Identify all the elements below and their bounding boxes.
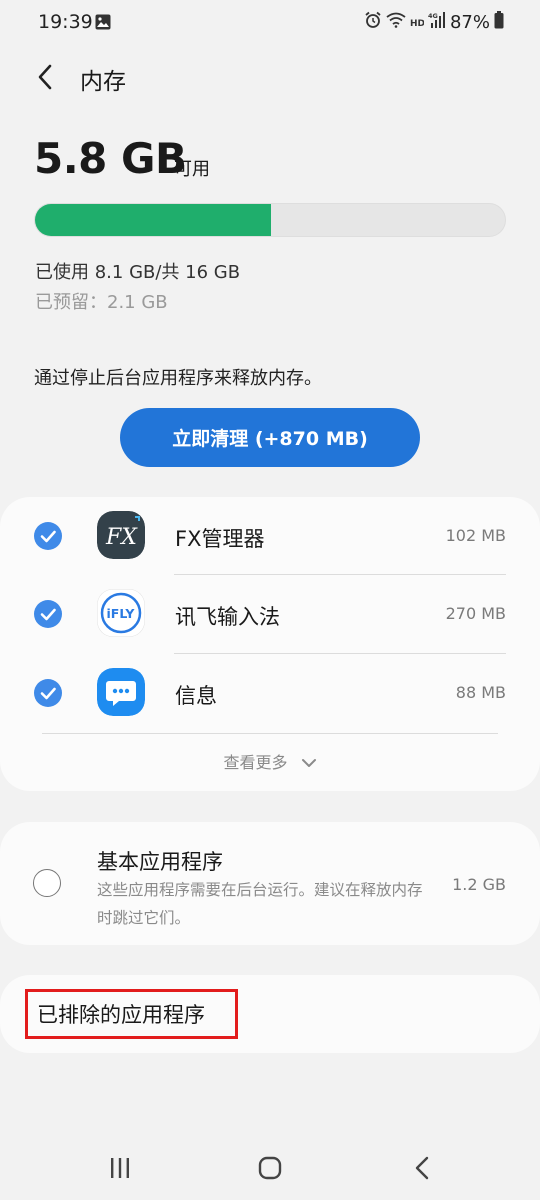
hd-icon: HD	[410, 13, 425, 32]
app-size: 102 MB	[445, 526, 506, 545]
header: 内存	[0, 50, 540, 106]
excluded-apps-card[interactable]: 已排除的应用程序	[0, 975, 540, 1053]
home-icon	[258, 1156, 282, 1180]
app-name: FX管理器	[175, 527, 265, 551]
4g-signal-icon: 4G	[428, 11, 446, 33]
svg-text:FX: FX	[105, 525, 138, 550]
page-title: 内存	[80, 69, 126, 95]
excluded-apps-link[interactable]: 已排除的应用程序	[25, 989, 238, 1039]
status-bar: 19:39 HD 4G 87%	[0, 0, 540, 46]
used-memory-text: 已使用 8.1 GB/共 16 GB	[35, 262, 241, 283]
see-more-label: 查看更多	[223, 753, 288, 772]
recents-icon	[111, 1158, 129, 1178]
see-more-button[interactable]: 查看更多	[0, 749, 540, 773]
background-apps-card: FX FX管理器 102 MB iFLY 讯飞输入法 270 MB 信息 88 …	[0, 497, 540, 791]
back-button[interactable]	[30, 62, 62, 94]
memory-usage-bar	[34, 203, 506, 237]
essential-apps-size: 1.2 GB	[452, 875, 506, 894]
back-chevron-icon	[38, 64, 52, 90]
ifly-input-icon: iFLY	[97, 589, 145, 637]
alarm-icon	[364, 11, 382, 33]
app-row[interactable]: FX FX管理器 102 MB	[0, 497, 540, 575]
status-icons: HD 4G 87%	[364, 11, 504, 33]
essential-apps-card[interactable]: 基本应用程序 这些应用程序需要在后台运行。建议在释放内存时跳过它们。 1.2 G…	[0, 822, 540, 945]
svg-text:iFLY: iFLY	[107, 606, 136, 621]
app-row[interactable]: iFLY 讯飞输入法 270 MB	[0, 575, 540, 653]
recents-button[interactable]	[100, 1152, 140, 1184]
battery-percent: 87%	[449, 11, 490, 33]
fx-manager-icon: FX	[97, 511, 145, 559]
home-button[interactable]	[250, 1152, 290, 1184]
gallery-icon	[95, 14, 111, 34]
navigation-bar	[0, 1140, 540, 1200]
status-time: 19:39	[38, 11, 93, 33]
checkbox-checked[interactable]	[34, 600, 62, 628]
wifi-icon	[386, 12, 406, 32]
memory-usage-bar-fill	[35, 204, 272, 236]
clean-now-button[interactable]: 立即清理 (+870 MB)	[120, 408, 420, 467]
checkbox-checked[interactable]	[34, 679, 62, 707]
check-icon	[40, 687, 56, 700]
divider	[42, 733, 498, 734]
messages-icon	[97, 668, 145, 716]
app-name: 信息	[175, 684, 217, 708]
svg-text:HD: HD	[410, 19, 424, 28]
app-row[interactable]: 信息 88 MB	[0, 654, 540, 732]
reserved-memory-text: 已预留：2.1 GB	[35, 292, 168, 313]
check-icon	[40, 608, 56, 621]
available-memory-value: 5.8 GB	[34, 134, 187, 183]
chevron-down-icon	[301, 759, 316, 767]
essential-apps-checkbox[interactable]	[33, 869, 61, 897]
essential-apps-description: 这些应用程序需要在后台运行。建议在释放内存时跳过它们。	[97, 881, 423, 927]
check-icon	[40, 530, 56, 543]
back-icon	[415, 1156, 429, 1180]
checkbox-checked[interactable]	[34, 522, 62, 550]
battery-icon	[494, 11, 504, 33]
clean-description: 通过停止后台应用程序来释放内存。	[34, 368, 322, 389]
nav-back-button[interactable]	[402, 1152, 442, 1184]
app-name: 讯飞输入法	[175, 605, 280, 629]
available-memory-label: 可用	[174, 159, 210, 180]
app-size: 270 MB	[445, 604, 506, 623]
essential-apps-title: 基本应用程序	[97, 850, 223, 874]
svg-text:4G: 4G	[428, 12, 438, 20]
app-size: 88 MB	[455, 683, 506, 702]
